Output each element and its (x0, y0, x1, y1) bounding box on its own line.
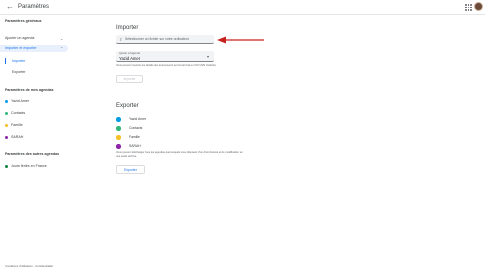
export-calendar-famille[interactable]: Famille (116, 134, 236, 141)
settings-sidebar: Paramètres généraux Ajouter un agenda ⌄ … (0, 15, 70, 269)
main-content: Importer ⇪ Sélectionner un fichier sur v… (116, 15, 416, 215)
sidebar-item-label: Importer et exporter (5, 46, 37, 50)
calendar-color-dot (5, 123, 8, 127)
sidebar-item-add-calendar[interactable]: Ajouter un agenda ⌄ (0, 35, 68, 42)
calendar-color-dot (5, 99, 8, 103)
select-file-button[interactable]: ⇪ Sélectionner un fichier sur votre ordi… (116, 35, 214, 44)
footer-links[interactable]: Conditions d'utilisation - Confidentiali… (5, 264, 53, 268)
export-hint-line-2: une seule archive. (116, 155, 138, 158)
calendar-label: Famille (11, 122, 23, 127)
sidebar-subitem-import[interactable]: Importer (0, 58, 68, 64)
general-settings-title[interactable]: Paramètres généraux (5, 19, 42, 24)
calendar-label: SARAH (11, 134, 24, 139)
calendar-label: SARAH (129, 144, 141, 148)
avatar[interactable] (474, 2, 483, 11)
chevron-up-icon: ⌃ (60, 46, 64, 51)
calendar-label: Contacts (11, 110, 26, 115)
dropdown-arrow-icon: ▾ (207, 54, 210, 59)
sidebar-calendar-contacts[interactable]: Contacts (0, 110, 68, 116)
calendar-label: Contacts (129, 126, 143, 130)
sidebar-subitem-label: Exporter (12, 69, 26, 74)
import-heading: Importer (116, 25, 139, 31)
calendar-select-value: Yazid Amer (119, 55, 141, 61)
sidebar-calendar-yazid-amer[interactable]: Yazid Amer (0, 98, 68, 104)
calendar-label: Jours fériés en France (11, 163, 47, 168)
sidebar-calendar-sarah[interactable]: SARAH (0, 134, 68, 140)
calendar-color-dot (116, 135, 121, 140)
top-bar: ← Paramètres (0, 0, 485, 15)
export-calendar-sarah[interactable]: SARAH (116, 143, 236, 150)
calendar-label: Yazid Amer (129, 117, 147, 121)
calendar-color-dot (116, 144, 121, 149)
calendar-select[interactable]: Ajouter à l'agenda Yazid Amer ▾ (116, 51, 214, 62)
chevron-down-icon: ⌄ (60, 36, 64, 41)
import-hint: Vous pouvez importer les détails des évé… (116, 64, 217, 67)
upload-icon: ⇪ (119, 37, 123, 42)
calendar-color-dot (116, 126, 121, 131)
export-calendar-contacts[interactable]: Contacts (116, 125, 236, 132)
calendar-color-dot (5, 164, 8, 168)
sidebar-item-import-export[interactable]: Importer et exporter ⌃ (0, 45, 68, 52)
export-calendar-yazid-amer[interactable]: Yazid Amer (116, 116, 236, 123)
annotation-arrow-icon (217, 36, 264, 44)
calendar-label: Yazid Amer (11, 98, 30, 103)
arrow-back-icon[interactable]: ← (6, 2, 14, 12)
apps-grid-icon[interactable] (465, 4, 472, 11)
calendar-color-dot (5, 111, 8, 115)
calendar-label: Famille (129, 135, 140, 139)
sidebar-calendar-holidays[interactable]: Jours fériés en France (0, 163, 68, 169)
export-hint-line-1: Vous pouvez télécharger tous les agendas… (116, 151, 243, 154)
selected-indicator (5, 58, 6, 64)
my-calendars-title: Paramètres de mes agendas (5, 88, 54, 92)
calendar-color-dot (5, 135, 8, 139)
page-title: Paramètres (18, 4, 50, 10)
sidebar-item-label: Ajouter un agenda (5, 36, 35, 40)
export-heading: Exporter (116, 103, 139, 109)
import-button[interactable]: Importer (116, 75, 143, 83)
calendar-color-dot (116, 117, 121, 122)
sidebar-subitem-label: Importer (12, 58, 26, 63)
export-button[interactable]: Exporter (116, 165, 145, 174)
other-calendars-title: Paramètres des autres agendas (5, 152, 60, 156)
sidebar-calendar-famille[interactable]: Famille (0, 122, 68, 128)
sidebar-subitem-export[interactable]: Exporter (0, 69, 68, 75)
select-file-label: Sélectionner un fichier sur votre ordina… (125, 37, 189, 41)
